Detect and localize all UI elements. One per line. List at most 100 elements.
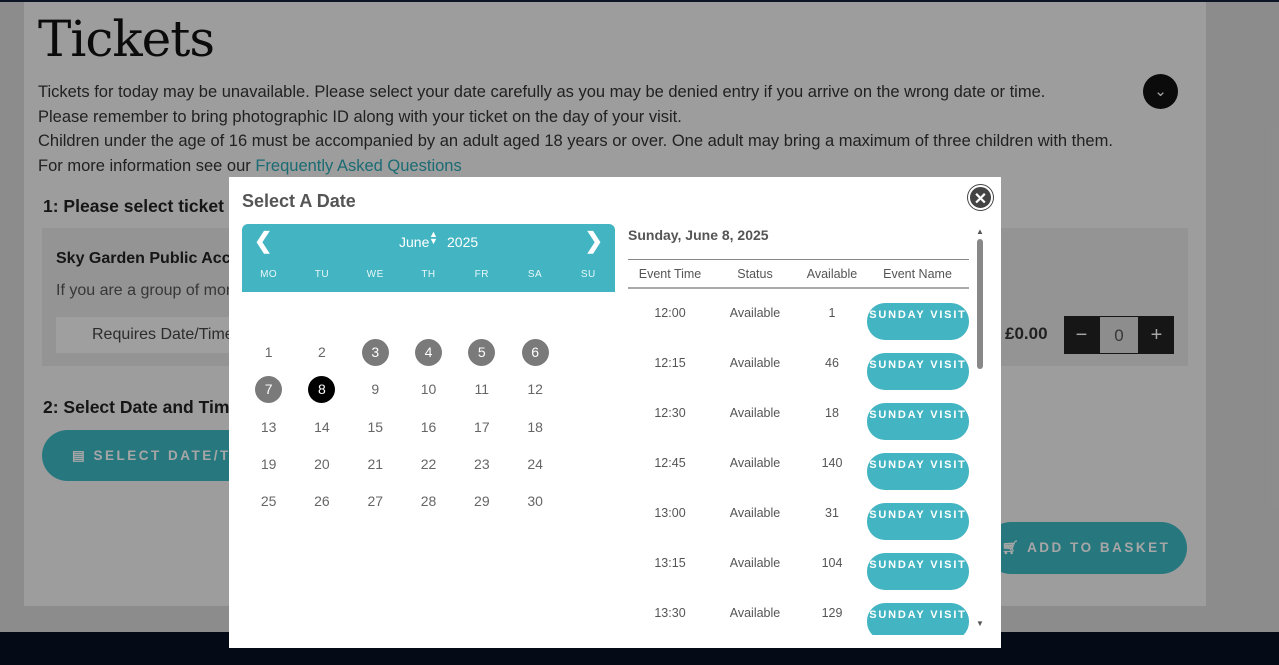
calendar-cell: 18 bbox=[508, 409, 561, 446]
calendar-day[interactable]: 6 bbox=[521, 339, 549, 367]
calendar-cell: 4 bbox=[402, 334, 455, 371]
event-row: 12:00 Available 1 SUNDAY VISIT bbox=[628, 289, 969, 340]
weekday-label: TH bbox=[421, 269, 436, 280]
event-row: 13:30 Available 129 SUNDAY VISIT bbox=[628, 589, 969, 635]
event-time: 13:15 bbox=[654, 556, 686, 570]
close-button[interactable]: ✕ bbox=[968, 185, 993, 210]
event-status: Available bbox=[729, 556, 781, 570]
event-select-button[interactable]: SUNDAY VISIT bbox=[867, 553, 969, 590]
event-scrollbar[interactable]: ▲ ▼ bbox=[975, 227, 985, 632]
calendar-cell: 3 bbox=[349, 334, 402, 371]
calendar-day: 16 bbox=[420, 418, 437, 435]
event-select-button[interactable]: SUNDAY VISIT bbox=[867, 503, 969, 540]
calendar-day[interactable]: 5 bbox=[468, 339, 496, 367]
event-row: 12:30 Available 18 SUNDAY VISIT bbox=[628, 389, 969, 440]
calendar-day: 11 bbox=[474, 381, 490, 398]
calendar-day: 1 bbox=[264, 344, 273, 361]
date-picker-modal: Select A Date ✕ ❮ June ▲ ▼ 2025 ❯ MO TU WE T… bbox=[229, 177, 1001, 648]
calendar-day: 12 bbox=[527, 381, 543, 398]
calendar-cell: 28 bbox=[402, 483, 455, 520]
calendar-day: 15 bbox=[367, 418, 384, 435]
event-available: 129 bbox=[821, 606, 843, 620]
calendar-day: 13 bbox=[260, 418, 277, 435]
calendar-day[interactable]: 4 bbox=[415, 339, 443, 367]
event-time: 12:45 bbox=[654, 456, 686, 470]
calendar-day[interactable]: 7 bbox=[255, 376, 283, 404]
event-select-button[interactable]: SUNDAY VISIT bbox=[867, 453, 969, 490]
column-header: Status bbox=[737, 266, 773, 281]
calendar-cell: 16 bbox=[402, 409, 455, 446]
weekday-label: WE bbox=[366, 269, 384, 280]
scroll-down-icon[interactable]: ▼ bbox=[976, 619, 984, 628]
calendar-header: ❮ June ▲ ▼ 2025 ❯ bbox=[242, 224, 615, 258]
calendar-day: 25 bbox=[260, 493, 277, 510]
calendar-cell: 14 bbox=[295, 409, 348, 446]
calendar-cell: 12 bbox=[508, 371, 561, 408]
event-available: 46 bbox=[825, 356, 839, 370]
calendar-day: 14 bbox=[314, 418, 330, 435]
event-time: 12:30 bbox=[654, 406, 686, 420]
calendar-cell: 5 bbox=[455, 334, 508, 371]
calendar-cell: 1 bbox=[242, 334, 295, 371]
event-status: Available bbox=[729, 406, 781, 420]
event-rows[interactable]: 12:00 Available 1 SUNDAY VISIT 12:15 Availabl… bbox=[628, 289, 969, 635]
month-select[interactable]: June bbox=[399, 234, 429, 250]
event-status: Available bbox=[729, 306, 781, 320]
calendar-cell: 30 bbox=[508, 483, 561, 520]
event-status: Available bbox=[729, 356, 781, 370]
calendar-day: 2 bbox=[318, 344, 326, 361]
column-header: Event Time bbox=[638, 266, 702, 281]
event-available: 104 bbox=[821, 556, 843, 570]
calendar-cell: 24 bbox=[508, 446, 561, 483]
event-date-heading: Sunday, June 8, 2025 bbox=[628, 227, 769, 243]
calendar-day: 30 bbox=[527, 493, 543, 510]
event-select-button[interactable]: SUNDAY VISIT bbox=[867, 303, 969, 340]
event-select-button[interactable]: SUNDAY VISIT bbox=[867, 353, 969, 390]
calendar-blank-cell bbox=[295, 297, 348, 334]
calendar-cell: 21 bbox=[349, 446, 402, 483]
event-time: 12:15 bbox=[654, 356, 686, 370]
event-time: 13:30 bbox=[654, 606, 686, 620]
weekday-label: SU bbox=[580, 269, 596, 280]
event-select-button[interactable]: SUNDAY VISIT bbox=[867, 403, 969, 440]
calendar-cell: 6 bbox=[508, 334, 561, 371]
calendar-cell: 15 bbox=[349, 409, 402, 446]
calendar-cell: 20 bbox=[295, 446, 348, 483]
calendar-day-selected[interactable]: 8 bbox=[308, 376, 336, 404]
event-status: Available bbox=[729, 456, 781, 470]
calendar-day: 24 bbox=[527, 455, 543, 472]
event-row: 12:15 Available 46 SUNDAY VISIT bbox=[628, 339, 969, 390]
event-available: 1 bbox=[828, 306, 836, 320]
event-table: Event Time Status Available Event Name 1… bbox=[628, 259, 969, 635]
event-available: 31 bbox=[825, 506, 839, 520]
calendar-cell: 25 bbox=[242, 483, 295, 520]
scroll-up-icon[interactable]: ▲ bbox=[976, 227, 984, 236]
calendar-day: 19 bbox=[260, 455, 277, 472]
event-time: 12:00 bbox=[654, 306, 686, 320]
scroll-thumb[interactable] bbox=[977, 239, 983, 369]
calendar-blank-cell bbox=[402, 297, 455, 334]
modal-title: Select A Date bbox=[242, 191, 356, 211]
event-list: Sunday, June 8, 2025 Event Time Status A… bbox=[628, 227, 971, 635]
event-time: 13:00 bbox=[654, 506, 686, 520]
calendar-cell: 23 bbox=[455, 446, 508, 483]
event-row: 13:00 Available 31 SUNDAY VISIT bbox=[628, 489, 969, 540]
event-status: Available bbox=[729, 606, 781, 620]
calendar-day: 29 bbox=[474, 493, 490, 510]
year-select[interactable]: 2025 bbox=[447, 234, 478, 250]
calendar-day: 20 bbox=[314, 455, 330, 472]
prev-month-button[interactable]: ❮ bbox=[254, 228, 272, 254]
event-row: 12:45 Available 140 SUNDAY VISIT bbox=[628, 439, 969, 490]
calendar-cell: 27 bbox=[349, 483, 402, 520]
event-select-button[interactable]: SUNDAY VISIT bbox=[867, 603, 969, 635]
calendar-cell: 17 bbox=[455, 409, 508, 446]
calendar-blank-cell bbox=[242, 297, 295, 334]
next-month-button[interactable]: ❯ bbox=[585, 228, 603, 254]
calendar-day: 22 bbox=[420, 455, 437, 472]
weekday-label: MO bbox=[260, 269, 278, 280]
calendar-day[interactable]: 3 bbox=[361, 339, 389, 367]
calendar-cell: 26 bbox=[295, 483, 348, 520]
close-icon: ✕ bbox=[973, 191, 988, 208]
event-status: Available bbox=[729, 506, 781, 520]
calendar-cell: 29 bbox=[455, 483, 508, 520]
